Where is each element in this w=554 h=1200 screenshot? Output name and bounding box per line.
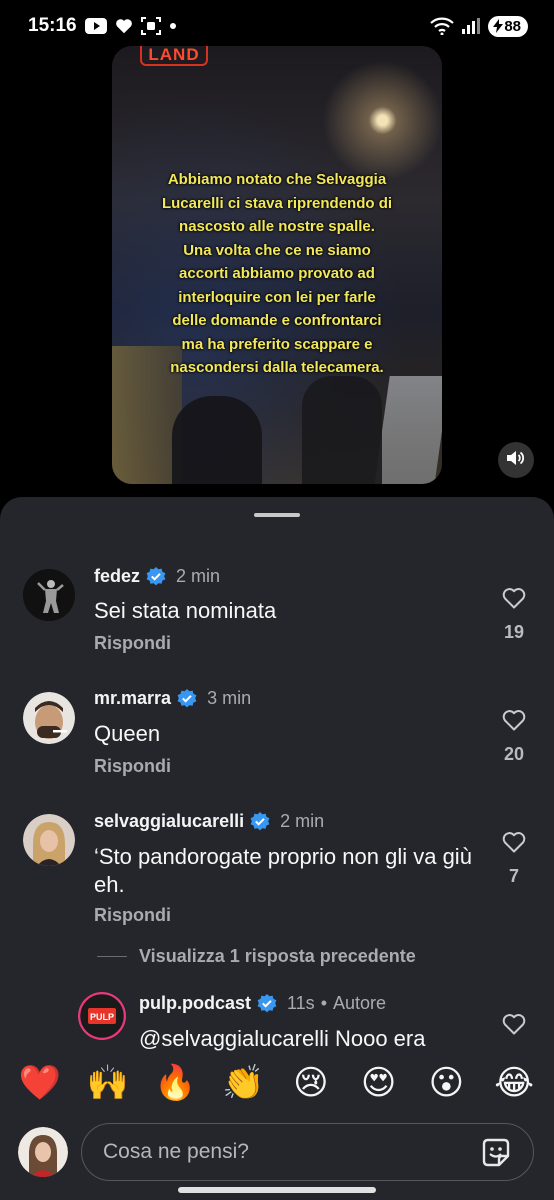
- comment-input[interactable]: Cosa ne pensi?: [81, 1123, 534, 1181]
- video-scene-shape: [374, 376, 442, 484]
- view-previous-replies-button[interactable]: Visualizza 1 risposta precedente: [97, 946, 416, 967]
- battery-icon: 88: [488, 15, 528, 37]
- wifi-icon: [430, 17, 455, 35]
- sticker-icon[interactable]: [479, 1136, 513, 1170]
- drag-handle[interactable]: [254, 513, 300, 517]
- video-caption: Abbiamo notato che Selvaggia Lucarelli c…: [161, 171, 393, 376]
- comment-header: fedez 2 min: [94, 566, 220, 587]
- verified-badge-icon: [250, 811, 270, 832]
- status-bar: 15:16 88: [0, 0, 554, 52]
- emoji-heart-eyes[interactable]: 😍: [354, 1058, 404, 1108]
- reply-button[interactable]: Rispondi: [94, 756, 171, 777]
- verified-badge-icon: [257, 993, 277, 1014]
- emoji-crying-face[interactable]: 😢: [286, 1058, 336, 1108]
- video-scene-shape: [172, 396, 262, 484]
- emoji-fire[interactable]: 🔥: [150, 1058, 200, 1108]
- current-user-avatar[interactable]: [18, 1127, 68, 1177]
- reply-username[interactable]: pulp.podcast: [139, 993, 251, 1014]
- comment-time: 2 min: [176, 566, 221, 586]
- comment-time: 3 min: [207, 688, 252, 708]
- battery-level: 88: [504, 17, 521, 35]
- avatar[interactable]: [23, 692, 75, 744]
- like-control[interactable]: 19: [498, 587, 530, 643]
- video-scene-shape: [302, 376, 382, 484]
- comment-time: 2 min: [280, 811, 325, 831]
- like-control[interactable]: 20: [498, 709, 530, 765]
- comment-username[interactable]: fedez: [94, 566, 140, 587]
- comment-text: Queen: [94, 721, 161, 746]
- podcast-logo-text: PULP: [90, 1012, 114, 1022]
- emoji-red-heart[interactable]: ❤️: [15, 1058, 65, 1108]
- avatar[interactable]: [23, 814, 75, 866]
- comment-text: Sei stata nominata: [94, 598, 277, 623]
- avatar[interactable]: PULP: [78, 992, 126, 1040]
- emoji-tears-of-joy[interactable]: 😂: [489, 1058, 539, 1108]
- status-left: 15:16: [28, 15, 177, 37]
- comment-header: mr.marra 3 min: [94, 688, 251, 709]
- heart-outline-icon[interactable]: [502, 709, 526, 736]
- video-preview[interactable]: LAND Abbiamo notato che Selvaggia Lucare…: [112, 46, 442, 484]
- home-indicator[interactable]: [178, 1187, 376, 1193]
- dot-icon: [169, 22, 177, 30]
- separator-dot: •: [320, 993, 327, 1013]
- verified-badge-icon: [177, 688, 197, 709]
- emoji-reaction-bar: ❤️ 🙌 🔥 👏 😢 😍 😮 😂: [0, 1051, 554, 1115]
- emoji-raising-hands[interactable]: 🙌: [83, 1058, 133, 1108]
- speaker-icon: [507, 450, 525, 471]
- verified-badge-icon: [146, 566, 166, 587]
- signal-icon: [462, 18, 481, 34]
- like-control[interactable]: [498, 1013, 530, 1040]
- comment-text: ‘Sto pandorogate proprio non gli va giù …: [94, 844, 472, 897]
- heart-outline-icon[interactable]: [502, 831, 526, 858]
- comment-username[interactable]: selvaggialucarelli: [94, 811, 244, 832]
- like-count: 7: [508, 866, 519, 886]
- status-right: 88: [430, 15, 528, 37]
- comment-header: selvaggialucarelli 2 min: [94, 811, 324, 832]
- heart-icon: [115, 18, 133, 34]
- comment-input-placeholder: Cosa ne pensi?: [103, 1140, 249, 1163]
- reply-text: @selvaggialucarelli Nooo era: [139, 1026, 426, 1051]
- mute-button[interactable]: [498, 442, 534, 478]
- reply-header: pulp.podcast 11s • Autore: [139, 993, 386, 1014]
- author-tag: Autore: [333, 993, 387, 1013]
- comments-sheet: fedez 2 min Sei stata nominata Rispondi …: [0, 497, 554, 1200]
- like-control[interactable]: 7: [498, 831, 530, 887]
- youtube-icon: [84, 18, 107, 34]
- reply-button[interactable]: Rispondi: [94, 633, 171, 654]
- screenshot-icon: [140, 17, 161, 35]
- heart-outline-icon[interactable]: [502, 587, 526, 614]
- like-count: 19: [503, 622, 525, 642]
- emoji-clapping-hands[interactable]: 👏: [218, 1058, 268, 1108]
- avatar[interactable]: [23, 569, 75, 621]
- reply-button[interactable]: Rispondi: [94, 905, 171, 926]
- comment-username[interactable]: mr.marra: [94, 688, 171, 709]
- clock: 15:16: [28, 15, 77, 36]
- heart-outline-icon[interactable]: [502, 1013, 526, 1040]
- reply-time: 11s: [287, 993, 315, 1013]
- video-logo: LAND: [140, 46, 208, 66]
- like-count: 20: [503, 744, 525, 764]
- emoji-surprised-face[interactable]: 😮: [421, 1058, 471, 1108]
